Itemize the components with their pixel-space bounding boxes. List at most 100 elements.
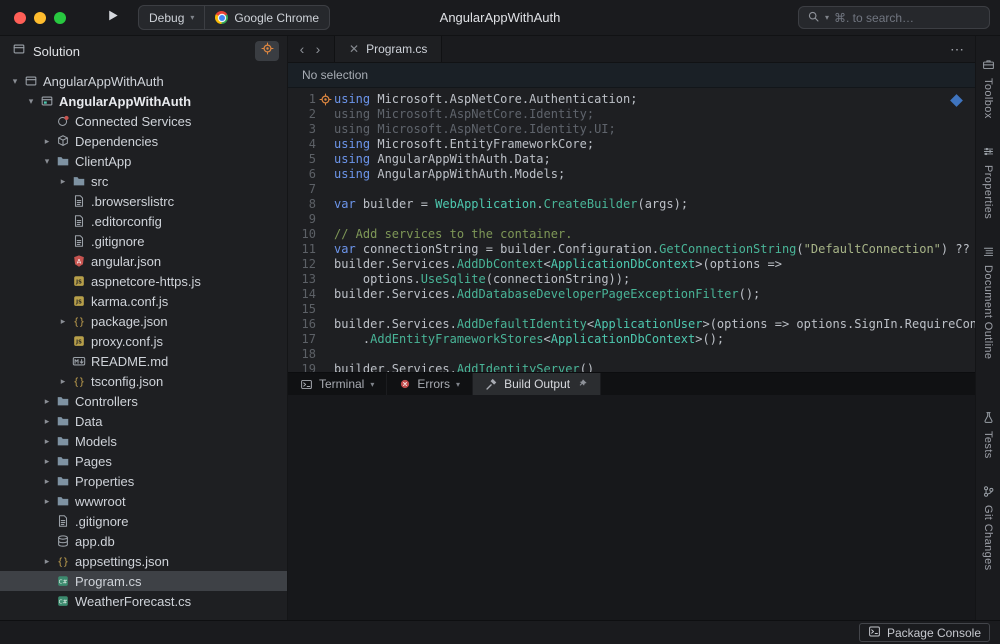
chevron-right-icon[interactable]: ▸ — [40, 456, 54, 467]
chevron-down-icon: ▾ — [825, 13, 829, 22]
navigate-back-button[interactable]: ‹ — [294, 42, 310, 56]
tree-item[interactable]: ▾ClientApp — [0, 151, 287, 171]
right-tool-strip: Toolbox Properties Document Outline Tests Gi… — [975, 36, 1000, 620]
line-number: 12 — [288, 257, 316, 272]
minimize-window-button[interactable] — [34, 12, 46, 24]
tool-strip-item-toolbox[interactable]: Toolbox — [982, 58, 995, 119]
chevron-right-icon[interactable]: ▸ — [40, 556, 54, 567]
chrome-icon — [215, 11, 228, 24]
pin-icon[interactable] — [576, 378, 588, 390]
line-number: 8 — [288, 197, 316, 212]
chevron-right-icon[interactable]: ▸ — [56, 376, 70, 387]
tool-strip-item-properties[interactable]: Properties — [982, 145, 995, 219]
tree-item[interactable]: ▸Pages — [0, 451, 287, 471]
tree-item[interactable]: ▸Models — [0, 431, 287, 451]
tree-item[interactable]: C#Program.cs — [0, 571, 287, 591]
tree-item[interactable]: Aangular.json — [0, 251, 287, 271]
search-placeholder: ⌘. to search… — [834, 11, 914, 25]
line-number: 1 — [288, 92, 316, 107]
tree-item-label: .editorconfig — [91, 214, 162, 229]
tree-item[interactable]: ▸src — [0, 171, 287, 191]
chevron-right-icon[interactable]: ▸ — [40, 136, 54, 147]
solution-tree[interactable]: ▾AngularAppWithAuth▾AngularAppWithAuthCo… — [0, 66, 287, 620]
tree-item[interactable]: ▸{}tsconfig.json — [0, 371, 287, 391]
tool-strip-item-git-changes[interactable]: Git Changes — [982, 485, 995, 571]
tree-item[interactable]: ▾ AngularAppWithAuth — [0, 91, 287, 111]
run-button[interactable] — [100, 6, 124, 30]
chevron-right-icon[interactable]: ▸ — [40, 416, 54, 427]
chevron-right-icon[interactable]: ▸ — [40, 496, 54, 507]
code-line: 13 options.UseSqlite(connectionString)); — [288, 272, 975, 287]
tool-strip-item-tests[interactable]: Tests — [982, 411, 995, 459]
json-icon: {} — [54, 554, 72, 568]
gutter — [316, 212, 334, 227]
code-area[interactable]: 1using Microsoft.AspNetCore.Authenticati… — [288, 88, 975, 372]
tree-item[interactable]: ▸{}appsettings.json — [0, 551, 287, 571]
tree-item[interactable]: ▸{}package.json — [0, 311, 287, 331]
browser-selector[interactable]: Google Chrome — [204, 6, 329, 29]
code-line: 4using Microsoft.EntityFrameworkCore; — [288, 137, 975, 152]
tree-item[interactable]: C#WeatherForecast.cs — [0, 591, 287, 611]
caret-pin-icon[interactable] — [316, 92, 334, 107]
chevron-right-icon[interactable]: ▸ — [40, 396, 54, 407]
tree-item[interactable]: JSkarma.conf.js — [0, 291, 287, 311]
code-text: builder.Services.AddDefaultIdentity<Appl… — [334, 317, 975, 332]
tree-item[interactable]: ▸wwwroot — [0, 491, 287, 511]
close-window-button[interactable] — [14, 12, 26, 24]
gutter — [316, 197, 334, 212]
chevron-right-icon[interactable]: ▸ — [56, 176, 70, 187]
chevron-right-icon[interactable]: ▸ — [56, 316, 70, 327]
chevron-down-icon[interactable]: ▾ — [40, 156, 54, 167]
tree-item[interactable]: ▸Properties — [0, 471, 287, 491]
tree-item[interactable]: .editorconfig — [0, 211, 287, 231]
tab-label: Errors — [417, 377, 450, 391]
configuration-dropdown[interactable]: Debug ▾ — [139, 6, 204, 29]
code-text: options.UseSqlite(connectionString)); — [334, 272, 630, 287]
navigate-forward-button[interactable]: › — [310, 42, 326, 56]
zoom-window-button[interactable] — [54, 12, 66, 24]
build-output-pane — [288, 395, 975, 620]
tree-item[interactable]: ▸Dependencies — [0, 131, 287, 151]
code-lines: 1using Microsoft.AspNetCore.Authenticati… — [288, 92, 975, 372]
code-line: 3using Microsoft.AspNetCore.Identity.UI; — [288, 122, 975, 137]
tool-window-tab-terminal[interactable]: Terminal▾ — [288, 373, 387, 395]
chevron-down-icon[interactable]: ▾ — [370, 380, 374, 389]
chevron-down-icon[interactable]: ▾ — [456, 380, 460, 389]
tool-window-tab-build-output[interactable]: Build Output — [473, 373, 601, 395]
svg-text:A: A — [77, 257, 82, 265]
line-number: 18 — [288, 347, 316, 362]
package-console-button[interactable]: Package Console — [859, 623, 990, 642]
tool-window-tab-errors[interactable]: Errors ▾ — [387, 373, 473, 395]
tree-item[interactable]: .browserslistrc — [0, 191, 287, 211]
tool-strip-item-document-outline[interactable]: Document Outline — [982, 245, 995, 359]
svg-text:JS: JS — [75, 300, 82, 306]
select-opened-file-button[interactable] — [255, 41, 279, 61]
ide-window: Debug ▾ Google Chrome AngularAppWithAuth… — [0, 0, 1000, 644]
tree-item[interactable]: README.md — [0, 351, 287, 371]
tab-options-icon[interactable]: ⋯ — [950, 41, 965, 58]
chevron-down-icon[interactable]: ▾ — [24, 96, 38, 107]
chevron-right-icon[interactable]: ▸ — [40, 476, 54, 487]
tree-item[interactable]: .gitignore — [0, 511, 287, 531]
gutter — [316, 182, 334, 197]
line-number: 5 — [288, 152, 316, 167]
js-icon: JS — [70, 334, 88, 348]
chevron-down-icon[interactable]: ▾ — [8, 76, 22, 87]
chevron-right-icon[interactable]: ▸ — [40, 436, 54, 447]
tree-item[interactable]: JSaspnetcore-https.js — [0, 271, 287, 291]
search-everywhere-field[interactable]: ▾ ⌘. to search… — [798, 6, 990, 29]
tree-item[interactable]: ▸Controllers — [0, 391, 287, 411]
tree-item[interactable]: app.db — [0, 531, 287, 551]
line-number: 15 — [288, 302, 316, 317]
tree-item-label: AngularAppWithAuth — [59, 94, 191, 109]
folder-icon — [54, 414, 72, 428]
line-number: 10 — [288, 227, 316, 242]
code-text: var connectionString = builder.Configura… — [334, 242, 975, 257]
tree-item[interactable]: ▾AngularAppWithAuth — [0, 71, 287, 91]
tree-item[interactable]: Connected Services — [0, 111, 287, 131]
close-tab-icon[interactable]: ✕ — [349, 42, 359, 56]
editor-tab-program-cs[interactable]: ✕ Program.cs — [334, 36, 442, 62]
tree-item[interactable]: ▸Data — [0, 411, 287, 431]
tree-item[interactable]: JSproxy.conf.js — [0, 331, 287, 351]
tree-item[interactable]: .gitignore — [0, 231, 287, 251]
